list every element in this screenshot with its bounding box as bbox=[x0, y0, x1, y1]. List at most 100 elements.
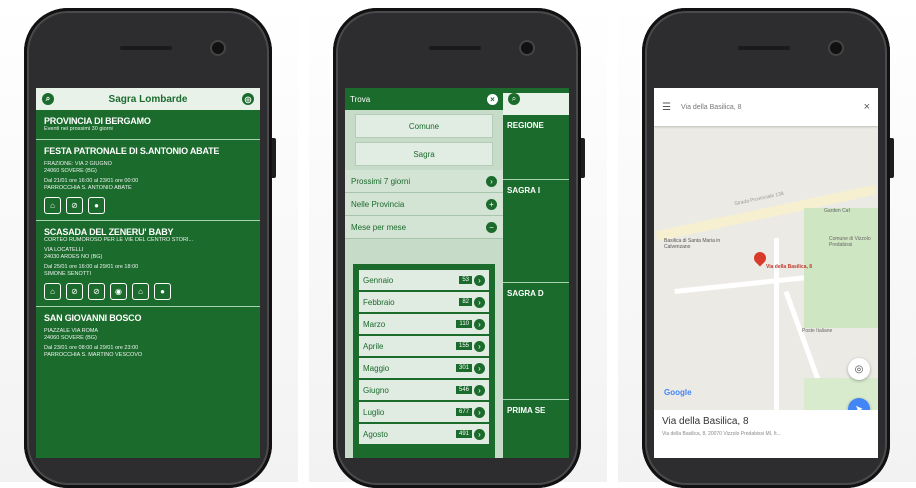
peek-item: SAGRA D bbox=[503, 283, 569, 400]
app-header: ⌕ Sagra Lombarde ◎ bbox=[36, 88, 260, 110]
month-count: 53 bbox=[459, 276, 472, 284]
phone-frame: ⌕ Sagra Lombarde ◎ PROVINCIA DI BERGAMO … bbox=[24, 8, 276, 488]
google-logo: Google bbox=[664, 388, 692, 397]
month-count: 677 bbox=[455, 408, 472, 416]
chevron-right-icon: › bbox=[474, 296, 485, 308]
home-icon[interactable]: ⌂ bbox=[132, 283, 149, 300]
chevron-right-icon: › bbox=[474, 318, 485, 330]
month-label: Maggio bbox=[363, 363, 390, 373]
food-icon[interactable]: ◉ bbox=[110, 283, 127, 300]
month-item[interactable]: Febbraio 82 › bbox=[359, 292, 489, 312]
no-icon[interactable]: ⊘ bbox=[88, 283, 105, 300]
phone-frame: ☰ Via della Basilica, 8 × Strada Provinc… bbox=[642, 8, 894, 488]
month-count: 546 bbox=[455, 386, 472, 394]
content-peek: ⌕ REGIONE SAGRA I SAGRA D PRIMA SE bbox=[503, 88, 569, 458]
month-item[interactable]: Aprile 155 › bbox=[359, 336, 489, 356]
peek-header: ⌕ bbox=[503, 93, 569, 115]
party-icon[interactable]: ⌂ bbox=[44, 197, 61, 214]
event-title: SAN GIOVANNI BOSCO bbox=[44, 313, 142, 323]
month-label: Gennaio bbox=[363, 275, 394, 285]
month-count: 491 bbox=[455, 430, 472, 438]
peek-item: SAGRA I bbox=[503, 180, 569, 283]
chevron-right-icon: › bbox=[474, 406, 485, 418]
menu-icon[interactable]: ☰ bbox=[662, 102, 671, 113]
month-count: 301 bbox=[455, 364, 472, 372]
accordion-province[interactable]: Nelle Provincia + bbox=[345, 193, 503, 216]
accordion-label: Prossimi 7 giorni bbox=[351, 176, 411, 186]
no-icon[interactable]: ⊘ bbox=[66, 283, 83, 300]
event-line: Dal 25/01 ore 16:00 al 29/01 ore 18:00 bbox=[44, 264, 139, 270]
event-title: FESTA PATRONALE DI S.ANTONIO ABATE bbox=[44, 146, 220, 156]
accordion-label: Mese per mese bbox=[351, 222, 407, 232]
speaker bbox=[120, 46, 172, 50]
peek-item: REGIONE bbox=[503, 115, 569, 180]
search-input[interactable]: Trova bbox=[350, 94, 371, 104]
event-card[interactable]: SAN GIOVANNI BOSCO PIAZZALE VIA ROMA 240… bbox=[36, 307, 260, 365]
month-item[interactable]: Agosto 491 › bbox=[359, 424, 489, 444]
month-item[interactable]: Marzo 110 › bbox=[359, 314, 489, 334]
event-line: PARROCCHIA S. ANTONIO ABATE bbox=[44, 185, 132, 191]
place-label: Comune di Vizzolo Predabissi bbox=[829, 236, 871, 248]
event-line: SIMONE SENOTTI bbox=[44, 271, 92, 277]
month-list: Gennaio 53 › Febbraio 82 › Marzo 110 › Aprile 1… bbox=[353, 264, 495, 458]
month-count: 155 bbox=[455, 342, 472, 350]
my-location-icon[interactable]: ◎ bbox=[848, 358, 870, 380]
accordion-label: Nelle Provincia bbox=[351, 199, 405, 209]
minus-icon: − bbox=[486, 221, 497, 233]
place-label: Garden Caf bbox=[824, 208, 850, 214]
screenshot-panel-3: ☰ Via della Basilica, 8 × Strada Provinc… bbox=[618, 0, 916, 488]
month-label: Agosto bbox=[363, 429, 388, 439]
close-icon[interactable]: × bbox=[864, 101, 870, 113]
province-subtitle: Eventi nei prossimi 30 giorni bbox=[44, 126, 113, 132]
app-title: Sagra Lombarde bbox=[108, 93, 188, 105]
place-card-address: Via della Basilica, 8, 20070 Vizzolo Pre… bbox=[662, 431, 781, 437]
search-icon[interactable]: ⌕ bbox=[508, 93, 520, 105]
event-line: Dal 23/01 ore 08:00 al 29/01 ore 23:00 bbox=[44, 345, 139, 351]
chevron-right-icon: › bbox=[486, 175, 497, 187]
month-label: Febbraio bbox=[363, 297, 395, 307]
month-item[interactable]: Luglio 677 › bbox=[359, 402, 489, 422]
event-line: FRAZIONE: VIA 2 GIUGNO bbox=[44, 161, 112, 167]
place-label: Basilica di Santa Maria in Calvenzano bbox=[664, 238, 721, 250]
pin-icon[interactable]: ● bbox=[154, 283, 171, 300]
month-count: 82 bbox=[459, 298, 472, 306]
map-search-bar[interactable]: ☰ Via della Basilica, 8 × bbox=[654, 88, 878, 126]
close-icon[interactable]: × bbox=[487, 93, 498, 105]
event-card[interactable]: FESTA PATRONALE DI S.ANTONIO ABATE FRAZI… bbox=[36, 140, 260, 221]
month-label: Marzo bbox=[363, 319, 386, 329]
month-label: Aprile bbox=[363, 341, 384, 351]
accordion-next-7-days[interactable]: Prossimi 7 giorni › bbox=[345, 170, 503, 193]
month-count: 110 bbox=[456, 320, 472, 328]
sagra-button[interactable]: Sagra bbox=[355, 142, 493, 166]
pin-icon[interactable]: ● bbox=[88, 197, 105, 214]
month-item[interactable]: Gennaio 53 › bbox=[359, 270, 489, 290]
province-title: PROVINCIA DI BERGAMO bbox=[44, 116, 151, 126]
search-bar: Trova × bbox=[345, 88, 503, 110]
month-item[interactable]: Giugno 546 › bbox=[359, 380, 489, 400]
chevron-right-icon: › bbox=[474, 274, 485, 286]
party-icon[interactable]: ⌂ bbox=[44, 283, 61, 300]
event-line: 24060 SOVERE (BG) bbox=[44, 335, 97, 341]
speaker bbox=[738, 46, 790, 50]
chevron-right-icon: › bbox=[474, 428, 485, 440]
side-button bbox=[581, 138, 585, 178]
side-button bbox=[890, 138, 894, 178]
screen-map: ☰ Via della Basilica, 8 × Strada Provinc… bbox=[654, 88, 878, 458]
accordion-month[interactable]: Mese per mese − bbox=[345, 216, 503, 239]
place-card[interactable]: Via della Basilica, 8 Via della Basilica… bbox=[654, 410, 878, 458]
screenshot-panel-2: ⌕ REGIONE SAGRA I SAGRA D PRIMA SE Trova… bbox=[309, 0, 607, 488]
comune-button[interactable]: Comune bbox=[355, 114, 493, 138]
event-line: PIAZZALE VIA ROMA bbox=[44, 328, 99, 334]
month-label: Giugno bbox=[363, 385, 389, 395]
event-icons: ⌂ ⊘ ● bbox=[44, 197, 252, 214]
search-icon[interactable]: ⌕ bbox=[42, 93, 54, 105]
no-icon[interactable]: ⊘ bbox=[66, 197, 83, 214]
month-item[interactable]: Maggio 301 › bbox=[359, 358, 489, 378]
screenshot-panel-1: ⌕ Sagra Lombarde ◎ PROVINCIA DI BERGAMO … bbox=[0, 0, 298, 488]
event-line: Dal 21/01 ore 16:00 al 23/01 ore 00:00 bbox=[44, 178, 139, 184]
peek-item: PRIMA SE bbox=[507, 406, 546, 415]
settings-icon[interactable]: ◎ bbox=[241, 93, 254, 105]
speaker bbox=[429, 46, 481, 50]
event-card[interactable]: SCASADA DEL ZENERU' BABY CORTEO RUMOROSO… bbox=[36, 221, 260, 307]
map-search-input[interactable]: Via della Basilica, 8 bbox=[681, 104, 742, 111]
